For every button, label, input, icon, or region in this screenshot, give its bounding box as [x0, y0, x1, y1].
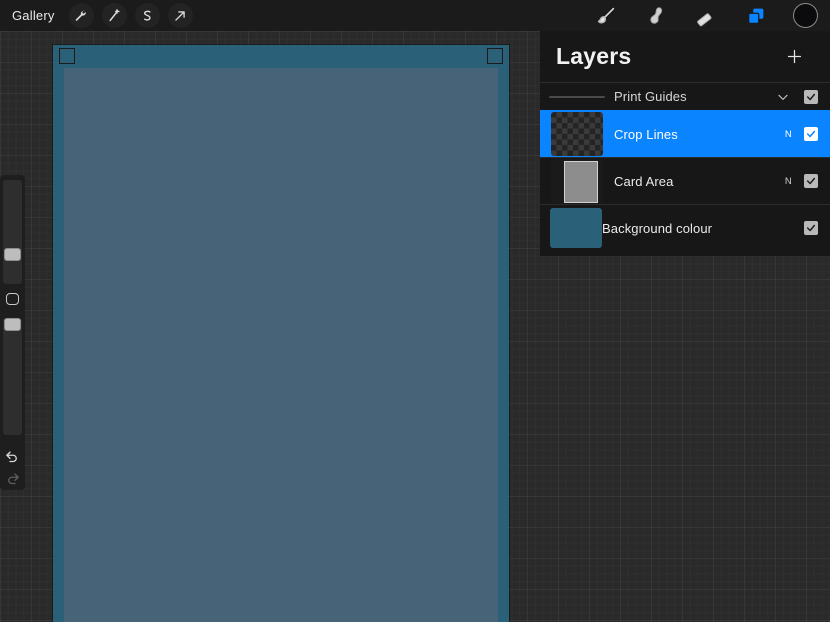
redo-button[interactable]	[0, 467, 25, 490]
adjustments-wand-icon[interactable]	[101, 3, 127, 28]
layer-visibility-checkbox[interactable]	[804, 127, 818, 141]
transparent-checker-thumbnail	[551, 112, 603, 156]
brush-size-slider-thumb[interactable]	[4, 248, 21, 261]
layer-name: Background colour	[602, 220, 713, 236]
layer-visibility-checkbox[interactable]	[804, 89, 818, 104]
canvas[interactable]	[53, 45, 509, 622]
layers-panel-header: Layers	[540, 31, 830, 82]
brush-opacity-slider[interactable]	[3, 317, 22, 435]
layer-row-background-colour[interactable]: Background colour	[540, 204, 830, 251]
layer-row-crop-lines[interactable]: Crop Lines N	[540, 110, 830, 157]
color-swatch[interactable]	[793, 3, 818, 28]
blend-mode-label[interactable]: N	[785, 176, 792, 187]
layer-row-print-guides[interactable]: Print Guides	[540, 82, 830, 110]
crop-mark-top-right-icon	[487, 48, 503, 64]
group-line-icon	[549, 95, 605, 98]
background-thumbnail[interactable]	[540, 208, 602, 248]
toolbar-left-group: Gallery	[0, 3, 193, 28]
selection-icon[interactable]	[134, 3, 160, 28]
layers-title: Layers	[556, 43, 632, 69]
chevron-down-icon[interactable]	[774, 88, 792, 106]
toolbar-right-group	[593, 3, 830, 29]
brush-size-slider[interactable]	[3, 180, 22, 285]
layer-thumbnail[interactable]	[540, 112, 614, 156]
eraser-icon[interactable]	[693, 3, 719, 29]
layer-visibility-checkbox[interactable]	[804, 221, 818, 235]
canvas-card-area	[64, 68, 498, 622]
add-layer-button[interactable]	[782, 45, 806, 69]
smudge-icon[interactable]	[643, 3, 669, 29]
procreate-app: Gallery Layers Print Guides Crop Lines N…	[0, 0, 830, 622]
layer-thumbnail[interactable]	[540, 159, 614, 203]
gallery-button[interactable]: Gallery	[10, 6, 61, 25]
transform-arrow-icon[interactable]	[167, 3, 193, 28]
background-colour-swatch	[549, 208, 602, 248]
layer-name: Crop Lines	[614, 126, 678, 142]
layers-icon[interactable]	[743, 3, 769, 29]
top-toolbar: Gallery	[0, 0, 830, 31]
crop-mark-top-left-icon	[59, 48, 75, 64]
paint-brush-icon[interactable]	[593, 3, 619, 29]
undo-button[interactable]	[0, 445, 25, 468]
brush-opacity-slider-thumb[interactable]	[4, 317, 21, 331]
group-thumbnail	[540, 95, 614, 98]
actions-wrench-icon[interactable]	[68, 3, 94, 28]
layer-name: Card Area	[614, 173, 674, 189]
modify-square-button[interactable]	[6, 293, 19, 305]
blend-mode-label[interactable]: N	[785, 129, 792, 140]
layer-visibility-checkbox[interactable]	[804, 174, 818, 188]
left-toolbar	[0, 175, 25, 490]
layers-panel: Layers Print Guides Crop Lines N Card Ar…	[540, 31, 830, 256]
layer-row-card-area[interactable]: Card Area N	[540, 157, 830, 204]
card-area-thumbnail	[551, 159, 603, 203]
layer-name: Print Guides	[614, 89, 687, 104]
